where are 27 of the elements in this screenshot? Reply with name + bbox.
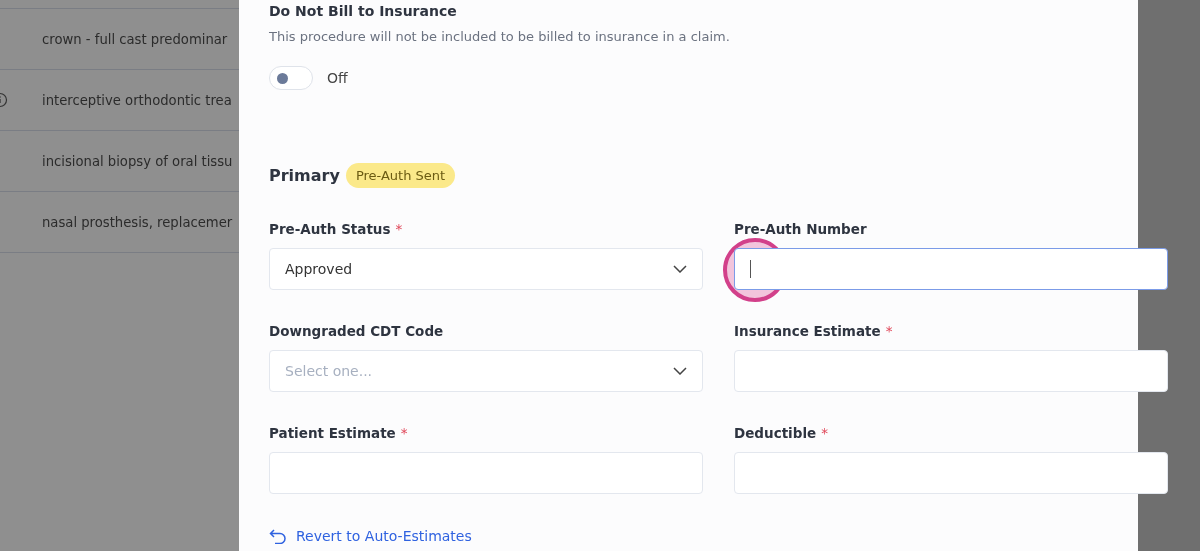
toggle-label: Off — [327, 70, 348, 86]
chevron-down-icon — [673, 367, 687, 375]
setting-title: Do Not Bill to Insurance — [269, 2, 458, 20]
toggle-switch[interactable] — [269, 66, 313, 90]
input-field[interactable] — [734, 248, 1168, 290]
select-field[interactable]: Approved — [269, 248, 703, 290]
chevron-down-icon — [673, 265, 687, 273]
procedure-name[interactable]: crown - full cast predominar — [42, 31, 228, 47]
field-label: Pre-Auth Number — [734, 220, 867, 238]
section-title: Primary — [269, 166, 340, 185]
status-badge: Pre-Auth Sent — [345, 163, 456, 188]
field-label: Patient Estimate — [269, 424, 396, 442]
revert-link[interactable]: Revert to Auto-Estimates — [269, 528, 472, 544]
procedure-name[interactable]: interceptive orthodontic trea — [42, 92, 232, 108]
field-label: Pre-Auth Status — [269, 220, 391, 238]
required-mark: * — [395, 220, 403, 238]
undo-icon — [269, 528, 287, 544]
procedure-name[interactable]: incisional biopsy of oral tissu — [42, 153, 233, 169]
required-mark: * — [821, 424, 828, 442]
procedure-name[interactable]: nasal prosthesis, replacemer — [42, 214, 233, 230]
field-label: Downgraded CDT Code — [269, 322, 444, 340]
setting-description: This procedure will not be included to be billed to insurance in a claim. — [269, 28, 731, 46]
field-label: Insurance Estimate — [734, 322, 881, 340]
required-mark: * — [400, 424, 408, 442]
field-label: Deductible — [734, 424, 817, 442]
required-mark: * — [885, 322, 893, 340]
select-field[interactable]: Select one... — [269, 350, 703, 392]
